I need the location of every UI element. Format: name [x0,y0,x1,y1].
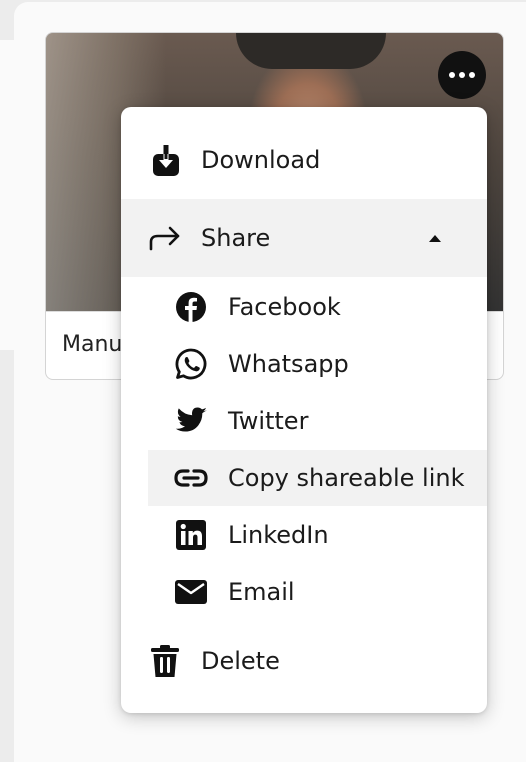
thumbnail-person-hair [236,33,386,69]
facebook-label: Facebook [228,293,341,321]
share-label: Share [201,224,271,252]
menu-item-delete[interactable]: Delete [121,629,487,693]
more-dot [469,72,475,78]
menu-item-download[interactable]: Download [121,127,487,195]
more-options-button[interactable] [438,51,486,99]
share-linkedin[interactable]: LinkedIn [121,507,487,563]
linkedin-icon [173,517,209,553]
share-copy-link[interactable]: Copy shareable link [148,450,487,506]
share-facebook[interactable]: Facebook [121,279,487,335]
whatsapp-label: Whatsapp [228,350,349,378]
link-icon [173,460,209,496]
delete-label: Delete [201,647,280,675]
share-email[interactable]: Email [121,564,487,620]
twitter-label: Twitter [228,407,309,435]
more-dot [459,72,465,78]
share-arrow-icon [147,220,183,256]
email-icon [173,574,209,610]
copy-link-label: Copy shareable link [228,464,465,492]
share-twitter[interactable]: Twitter [121,393,487,449]
email-label: Email [228,578,295,606]
card-title: Manu [62,332,123,357]
context-menu: Download Share Facebook Whatsapp Twitter… [121,107,487,713]
page-background: Manu Download Share Facebook Whatsapp Tw… [0,0,526,762]
linkedin-label: LinkedIn [228,521,329,549]
collapse-caret-icon[interactable] [429,235,441,242]
menu-item-share[interactable]: Share [121,199,487,277]
facebook-icon [173,289,209,325]
download-label: Download [201,146,321,174]
download-icon [148,143,184,179]
twitter-icon [173,403,209,439]
trash-icon [147,643,183,679]
whatsapp-icon [173,346,209,382]
more-dots-icon [449,72,455,78]
share-whatsapp[interactable]: Whatsapp [121,336,487,392]
